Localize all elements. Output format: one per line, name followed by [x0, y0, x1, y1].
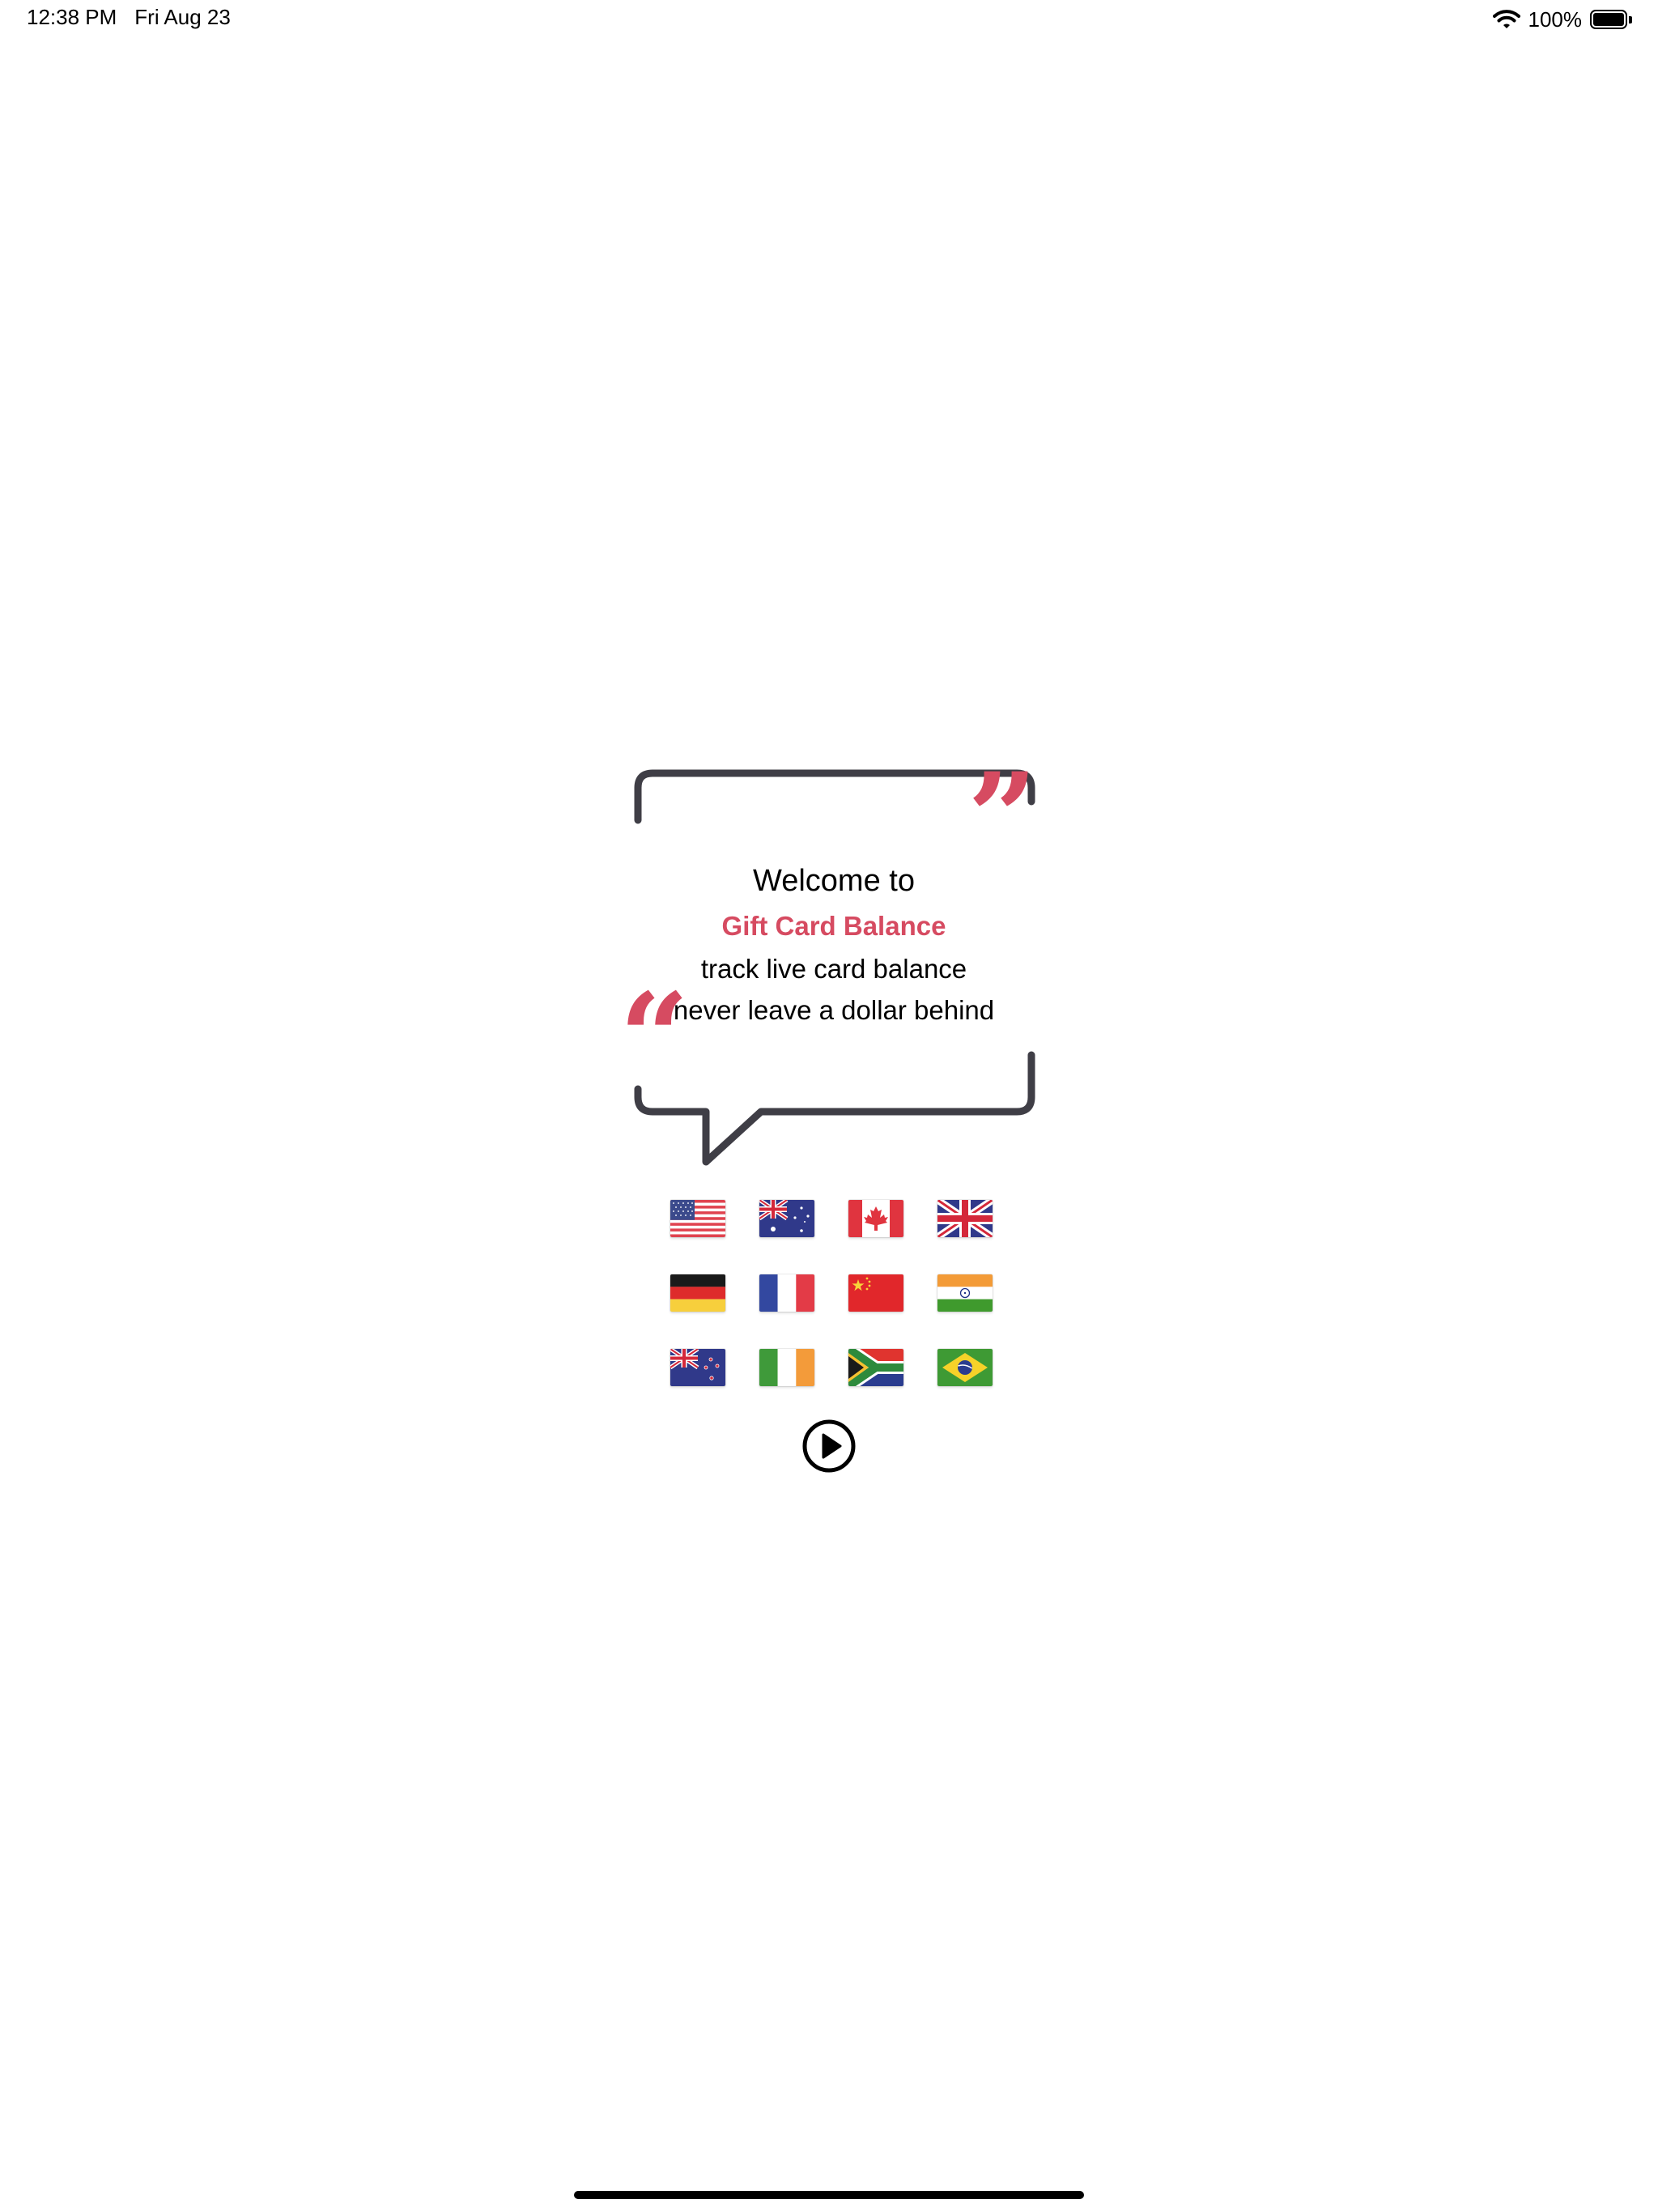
play-circle-icon [802, 1419, 856, 1473]
wifi-icon [1492, 10, 1520, 28]
home-indicator[interactable] [574, 2191, 1084, 2199]
welcome-heading: Welcome to [753, 864, 915, 898]
status-bar: 12:38 PM Fri Aug 23 100% [0, 0, 1658, 39]
flag-germany-icon[interactable] [670, 1274, 725, 1312]
welcome-card: ” “ Welcome to Gift Card Balance track l… [619, 757, 1044, 1170]
flag-south-africa-icon[interactable] [848, 1349, 903, 1386]
start-button[interactable] [801, 1419, 857, 1474]
flag-brazil-icon[interactable] [937, 1349, 993, 1386]
tagline-primary: track live card balance [700, 954, 967, 984]
status-indicators: 100% [1492, 5, 1632, 34]
status-date: Fri Aug 23 [134, 5, 231, 29]
flag-france-icon[interactable] [759, 1274, 814, 1312]
flag-australia-icon[interactable] [759, 1200, 814, 1237]
flag-usa-icon[interactable] [670, 1200, 725, 1237]
app-name: Gift Card Balance [721, 911, 946, 941]
flag-uk-icon[interactable] [937, 1200, 993, 1237]
flag-ireland-icon[interactable] [759, 1349, 814, 1386]
flag-canada-icon[interactable] [848, 1200, 903, 1237]
flag-new-zealand-icon[interactable] [670, 1349, 725, 1386]
battery-icon [1590, 10, 1632, 29]
flag-china-icon[interactable] [848, 1274, 903, 1312]
flag-india-icon[interactable] [937, 1274, 993, 1312]
closing-quote-icon: ” [967, 747, 1038, 889]
tagline-secondary: never leave a dollar behind [673, 995, 995, 1025]
status-time-date: 12:38 PM Fri Aug 23 [27, 5, 231, 30]
status-time: 12:38 PM [27, 5, 117, 29]
battery-percent: 100% [1528, 6, 1583, 32]
